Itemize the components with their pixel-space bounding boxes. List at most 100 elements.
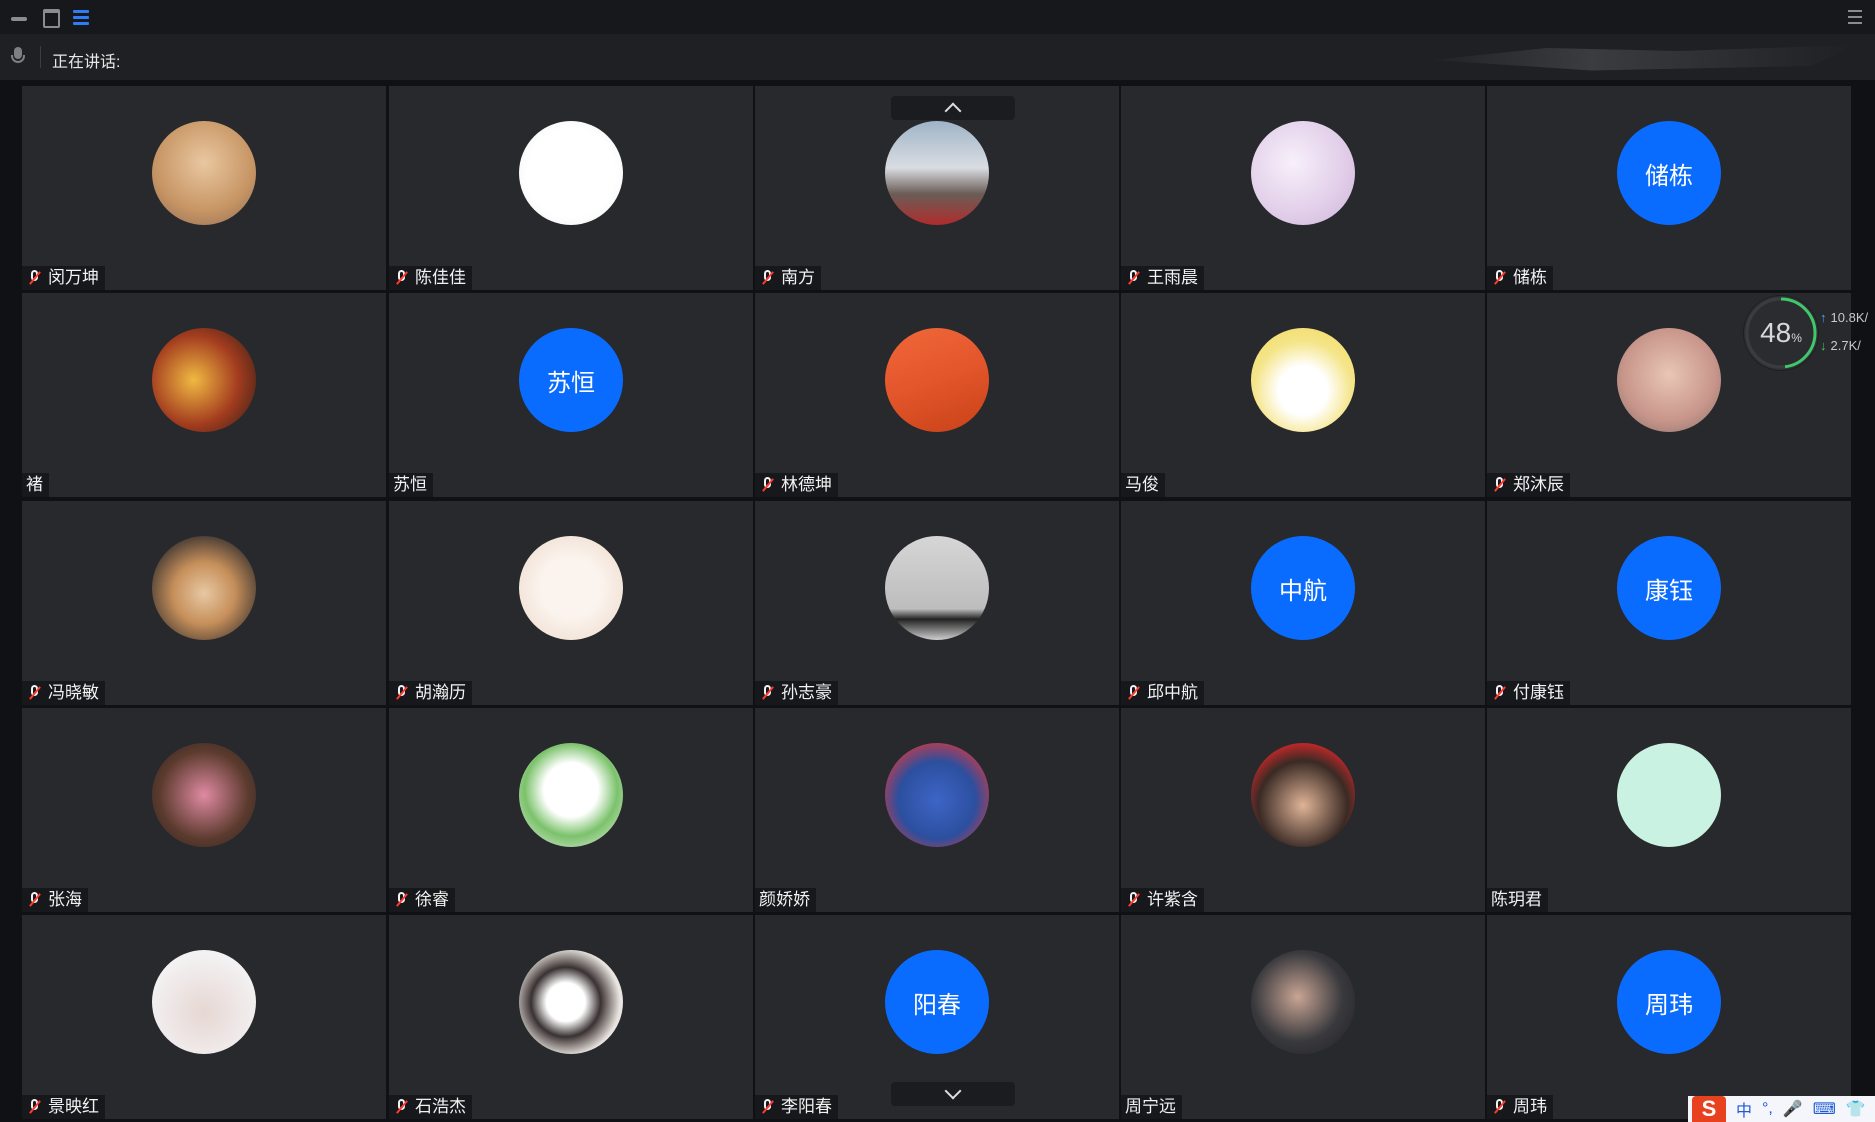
microphone-icon xyxy=(10,47,26,67)
divider xyxy=(40,46,41,68)
name-tag: 苏恒 xyxy=(389,473,433,497)
name-tag: 王雨晨 xyxy=(1121,266,1204,290)
mic-muted-icon xyxy=(393,891,411,909)
mic-muted-icon xyxy=(759,269,777,287)
avatar-text: 周玮 xyxy=(1617,950,1721,1054)
name-tag: 储栋 xyxy=(1487,266,1553,290)
participant-name: 郑沐辰 xyxy=(1513,475,1564,494)
name-tag: 徐睿 xyxy=(389,888,455,912)
ime-toolbar[interactable]: S 中 °, 🎤 ⌨ 👕 xyxy=(1688,1096,1875,1122)
avatar xyxy=(1251,328,1355,432)
network-monitor[interactable]: 48% 10.8K/ 2.7K/ xyxy=(1744,296,1875,370)
participant-name: 陈玥君 xyxy=(1491,890,1542,909)
avatar xyxy=(1251,743,1355,847)
participant-name: 周宁远 xyxy=(1125,1097,1176,1116)
participant-tile[interactable]: 中航 邱中航 xyxy=(1121,501,1485,705)
window-icon[interactable] xyxy=(40,6,62,28)
avatar xyxy=(519,743,623,847)
avatar xyxy=(1617,328,1721,432)
participant-name: 付康钰 xyxy=(1513,683,1564,702)
participant-tile[interactable]: 张海 xyxy=(22,708,386,912)
participant-tile[interactable]: 储栋 储栋 xyxy=(1487,86,1851,290)
avatar xyxy=(152,950,256,1054)
avatar xyxy=(152,743,256,847)
participant-tile[interactable]: 林德坤 xyxy=(755,293,1119,497)
menu-icon[interactable] xyxy=(1845,6,1867,28)
participant-tile[interactable]: 石浩杰 xyxy=(389,915,753,1119)
participant-tile[interactable]: 马俊 xyxy=(1121,293,1485,497)
mic-muted-icon xyxy=(1491,269,1509,287)
cpu-gauge: 48% xyxy=(1744,296,1818,370)
participant-tile[interactable]: 徐睿 xyxy=(389,708,753,912)
participant-name: 邱中航 xyxy=(1147,683,1198,702)
title-bar xyxy=(0,0,1875,34)
mic-muted-icon xyxy=(26,269,44,287)
participant-tile[interactable]: 景映红 xyxy=(22,915,386,1119)
participant-name: 马俊 xyxy=(1125,475,1159,494)
mic-muted-icon xyxy=(1491,1098,1509,1116)
mic-muted-icon xyxy=(1125,891,1143,909)
ime-punct[interactable]: °, xyxy=(1762,1100,1773,1118)
ime-skin-icon[interactable]: 👕 xyxy=(1846,1099,1866,1119)
name-tag: 陈玥君 xyxy=(1487,888,1548,912)
participant-name: 许紫含 xyxy=(1147,890,1198,909)
name-tag: 颜娇娇 xyxy=(755,888,816,912)
participant-name: 石浩杰 xyxy=(415,1097,466,1116)
speaking-decoration xyxy=(1432,45,1855,71)
name-tag: 张海 xyxy=(22,888,88,912)
avatar-text: 储栋 xyxy=(1617,121,1721,225)
participant-tile[interactable]: 颜娇娇 xyxy=(755,708,1119,912)
list-view-icon[interactable] xyxy=(70,6,92,28)
name-tag: 李阳春 xyxy=(755,1095,838,1119)
participant-tile[interactable]: 康钰付康钰 xyxy=(1487,501,1851,705)
participant-tile[interactable]: 孙志豪 xyxy=(755,501,1119,705)
participant-tile[interactable]: 周宁远 xyxy=(1121,915,1485,1119)
upload-speed: 10.8K/ xyxy=(1820,310,1869,325)
name-tag: 石浩杰 xyxy=(389,1095,472,1119)
name-tag: 马俊 xyxy=(1121,473,1165,497)
participant-name: 冯晓敏 xyxy=(48,683,99,702)
avatar-text: 康钰 xyxy=(1617,536,1721,640)
participant-tile[interactable]: 闵万坤 xyxy=(22,86,386,290)
participant-tile[interactable]: 陈佳佳 xyxy=(389,86,753,290)
mic-muted-icon xyxy=(759,1098,777,1116)
name-tag: 胡瀚历 xyxy=(389,681,472,705)
participant-tile[interactable]: 许紫含 xyxy=(1121,708,1485,912)
speaking-label: 正在讲话: xyxy=(52,54,121,71)
mic-muted-icon xyxy=(1491,684,1509,702)
avatar xyxy=(885,743,989,847)
name-tag: 付康钰 xyxy=(1487,681,1570,705)
avatar xyxy=(885,328,989,432)
participant-tile[interactable]: 胡瀚历 xyxy=(389,501,753,705)
participant-tile[interactable]: 王雨晨 xyxy=(1121,86,1485,290)
page-up-button[interactable] xyxy=(891,96,1015,120)
page-down-button[interactable] xyxy=(891,1082,1015,1106)
mic-muted-icon xyxy=(26,1098,44,1116)
participant-tile[interactable]: 苏恒 苏恒 xyxy=(389,293,753,497)
participant-tile[interactable]: 陈玥君 xyxy=(1487,708,1851,912)
mic-muted-icon xyxy=(26,891,44,909)
name-tag: 周玮 xyxy=(1487,1095,1553,1119)
participant-tile[interactable]: 周玮 周玮 xyxy=(1487,915,1851,1119)
avatar xyxy=(1251,121,1355,225)
ime-lang[interactable]: 中 xyxy=(1736,1097,1752,1121)
participant-tile[interactable]: 冯晓敏 xyxy=(22,501,386,705)
minimize-icon[interactable] xyxy=(8,6,30,28)
participant-name: 储栋 xyxy=(1513,268,1547,287)
mic-muted-icon xyxy=(1491,476,1509,494)
name-tag: 冯晓敏 xyxy=(22,681,105,705)
download-speed: 2.7K/ xyxy=(1820,338,1861,353)
ime-keyboard-icon[interactable]: ⌨ xyxy=(1813,1099,1836,1119)
ime-voice-icon[interactable]: 🎤 xyxy=(1783,1099,1803,1119)
name-tag: 闵万坤 xyxy=(22,266,105,290)
avatar xyxy=(1617,743,1721,847)
participant-tile[interactable]: 褚 xyxy=(22,293,386,497)
participant-name: 李阳春 xyxy=(781,1097,832,1116)
participant-name: 王雨晨 xyxy=(1147,268,1198,287)
chevron-down-icon xyxy=(944,1082,962,1100)
name-tag: 邱中航 xyxy=(1121,681,1204,705)
avatar xyxy=(152,121,256,225)
avatar xyxy=(885,121,989,225)
name-tag: 景映红 xyxy=(22,1095,105,1119)
mic-muted-icon xyxy=(759,684,777,702)
